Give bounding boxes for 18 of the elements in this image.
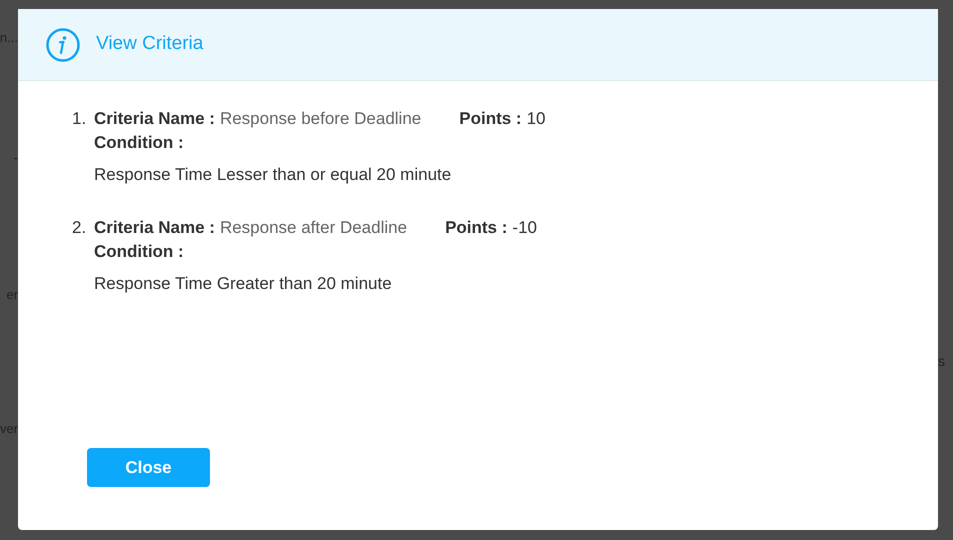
criteria-name: Response after Deadline: [220, 217, 408, 239]
field-label: Condition :: [94, 241, 185, 263]
list-number: 2.: [72, 217, 88, 239]
field-label: Condition :: [94, 132, 185, 154]
background-text: -: [14, 148, 18, 166]
info-icon: [46, 28, 80, 62]
field-label: Points :: [445, 217, 508, 239]
dialog-title: View Criteria: [96, 32, 204, 56]
condition-text: Response Time Greater than 20 minute: [94, 273, 393, 295]
condition-text: Response Time Lesser than or equal 20 minute: [94, 164, 452, 186]
field-label: Criteria Name :: [94, 217, 215, 239]
close-button[interactable]: Close: [87, 448, 210, 487]
points-value: 10: [526, 108, 546, 130]
points-value: -10: [512, 217, 537, 239]
criteria-name: Response before Deadline: [220, 108, 422, 130]
field-label: Points :: [459, 108, 522, 130]
field-label: Criteria Name :: [94, 108, 215, 130]
list-number: 1.: [72, 108, 88, 130]
